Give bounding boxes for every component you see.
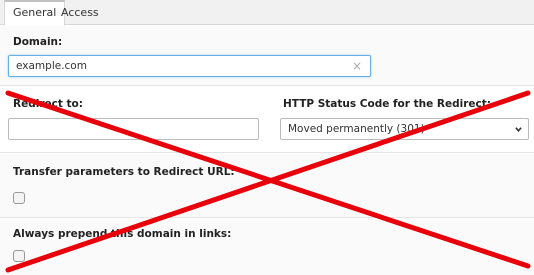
transfer-section: Transfer parameters to Redirect URL: [0, 154, 534, 218]
prepend-domain-label: Always prepend this domain in links: [13, 228, 232, 240]
transfer-params-checkbox[interactable] [13, 192, 25, 204]
chevron-down-icon [515, 127, 522, 133]
domain-input[interactable]: example.com × [8, 55, 371, 77]
redirect-section: Redirect to: HTTP Status Code for the Re… [0, 87, 534, 153]
tab-access[interactable]: Access [53, 0, 107, 26]
redirect-input[interactable] [8, 118, 259, 140]
status-code-select[interactable]: Moved permanently (301) [280, 118, 529, 140]
status-code-label: HTTP Status Code for the Redirect: [283, 98, 491, 110]
tab-bar: General Access [0, 0, 534, 26]
domain-section: Domain: example.com × [0, 26, 534, 86]
redirect-label: Redirect to: [13, 98, 83, 110]
domain-label: Domain: [13, 36, 63, 48]
transfer-params-label: Transfer parameters to Redirect URL: [13, 166, 235, 178]
prepend-domain-checkbox[interactable] [13, 250, 25, 262]
prepend-section: Always prepend this domain in links: [0, 219, 534, 275]
status-code-selected: Moved permanently (301) [288, 123, 425, 135]
domain-input-value: example.com [16, 60, 87, 72]
clear-icon[interactable]: × [352, 56, 362, 76]
